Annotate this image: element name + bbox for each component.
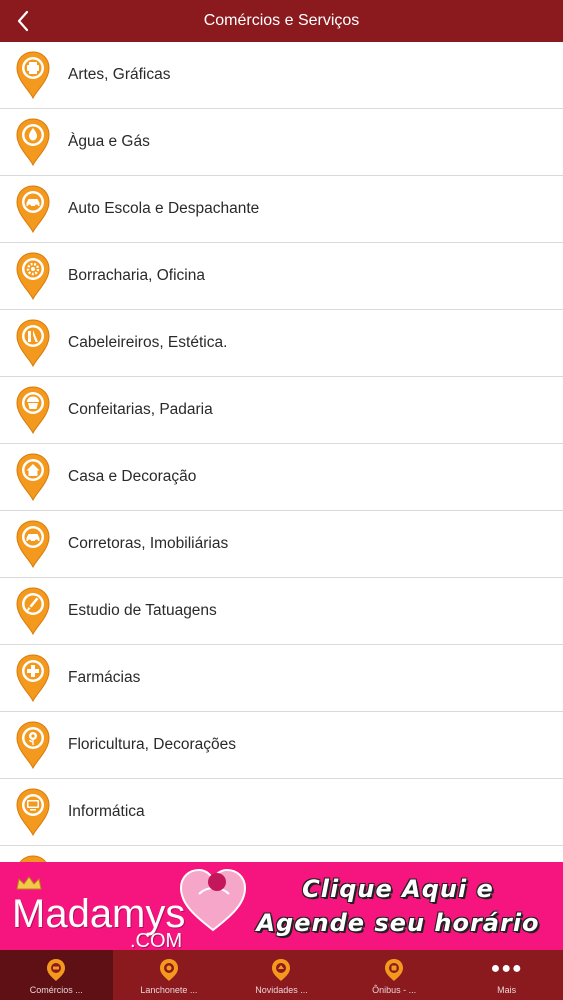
car-icon xyxy=(16,185,50,234)
list-item[interactable]: Cabeleireiros, Estética. xyxy=(0,310,563,377)
list-item[interactable]: Auto Escola e Despachante xyxy=(0,176,563,243)
top-bar: Comércios e Serviços xyxy=(0,0,563,42)
tab-label: Lanchonete ... xyxy=(140,984,198,995)
list-item[interactable]: Artes, Gráficas xyxy=(0,42,563,109)
list-item-label: Artes, Gráficas xyxy=(68,66,171,83)
medical-cross-icon xyxy=(16,654,50,703)
pin-icon xyxy=(385,958,404,981)
tab-label: Mais xyxy=(497,984,517,995)
list-item-label: Cabeleireiros, Estética. xyxy=(68,334,228,351)
list-item[interactable]: Àgua e Gás xyxy=(0,109,563,176)
water-drop-icon xyxy=(16,118,50,167)
tab-lanchonete[interactable]: Lanchonete ... xyxy=(113,950,226,1000)
monitor-icon xyxy=(16,788,50,837)
list-item-label: Casa e Decoração xyxy=(68,468,197,485)
heart-icon xyxy=(179,868,247,932)
gear-icon xyxy=(16,252,50,301)
list-item-label: Auto Escola e Despachante xyxy=(68,200,260,217)
list-item-label: Borracharia, Oficina xyxy=(68,267,205,284)
cta-line-1: Clique Aqui e xyxy=(302,875,494,903)
page-title: Comércios e Serviços xyxy=(203,12,360,29)
tab-label: Ônibus - ... xyxy=(372,984,417,995)
list-item-label: Informática xyxy=(68,803,145,820)
list-item-label: Àgua e Gás xyxy=(68,133,150,150)
tab-label: Comércios ... xyxy=(29,984,83,995)
list-item-label: Farmácias xyxy=(68,669,141,686)
list-item-partial[interactable] xyxy=(0,846,563,862)
brush-icon xyxy=(16,587,50,636)
pin-icon xyxy=(19,855,47,862)
list-item-label: Confeitarias, Padaria xyxy=(68,401,213,418)
list-item[interactable]: Borracharia, Oficina xyxy=(0,243,563,310)
category-list: Artes, Gráficas Àgua e Gás Auto Escola e… xyxy=(0,42,563,862)
pin-icon xyxy=(159,958,178,981)
list-item[interactable]: Farmácias xyxy=(0,645,563,712)
list-item[interactable]: Confeitarias, Padaria xyxy=(0,377,563,444)
list-item[interactable]: Corretoras, Imobiliárias xyxy=(0,511,563,578)
cupcake-icon xyxy=(16,386,50,435)
ad-banner[interactable]: Madamys .COM Clique Aqui e Agende seu ho… xyxy=(0,862,563,950)
tab-onibus[interactable]: Ônibus - ... xyxy=(338,950,451,1000)
pin-icon xyxy=(47,958,66,981)
tab-comercios[interactable]: Comércios ... xyxy=(0,950,113,1000)
madamys-logo: Madamys .COM xyxy=(12,868,247,950)
chevron-left-icon xyxy=(17,10,29,32)
list-item[interactable]: Casa e Decoração xyxy=(0,444,563,511)
brand-suffix: .COM xyxy=(130,930,183,950)
tab-label: Novidades ... xyxy=(255,984,308,995)
car-icon xyxy=(16,520,50,569)
tab-novidades[interactable]: Novidades ... xyxy=(225,950,338,1000)
pin-icon xyxy=(272,958,291,981)
list-item[interactable]: Floricultura, Decorações xyxy=(0,712,563,779)
more-icon: ●●● xyxy=(490,959,523,977)
crown-icon xyxy=(16,876,42,890)
hair-salon-icon xyxy=(16,319,50,368)
cta-line-2: Agende seu horário xyxy=(256,909,540,937)
list-item[interactable]: Informática xyxy=(0,779,563,846)
banner-cta: Clique Aqui e Agende seu horário xyxy=(243,872,553,940)
printer-icon xyxy=(16,51,50,100)
back-button[interactable] xyxy=(8,5,38,37)
list-item-label: Floricultura, Decorações xyxy=(68,736,236,753)
list-item-label: Corretoras, Imobiliárias xyxy=(68,535,229,552)
flower-icon xyxy=(16,721,50,770)
house-icon xyxy=(16,453,50,502)
list-item[interactable]: Estudio de Tatuagens xyxy=(0,578,563,645)
list-item-label: Estudio de Tatuagens xyxy=(68,602,217,619)
tab-mais[interactable]: ●●● Mais xyxy=(450,950,563,1000)
tab-bar: Comércios ... Lanchonete ... Novidades .… xyxy=(0,950,563,1000)
